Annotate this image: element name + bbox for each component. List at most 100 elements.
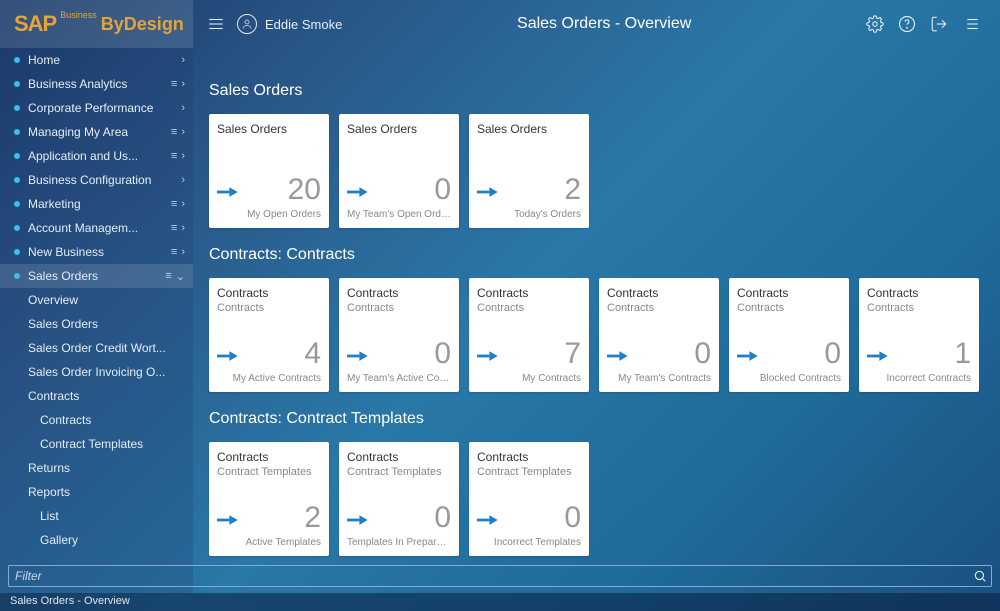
tile-footer: My Contracts [477,373,581,384]
arrow-right-icon [217,184,239,205]
list-panel-icon[interactable] [962,15,980,33]
sidebar-item-reports[interactable]: Reports [0,480,193,504]
tile-footer: My Active Contracts [217,373,321,384]
kpi-tile[interactable]: ContractsContracts0My Team's Contracts [599,278,719,392]
logo-sap: SAP [14,11,56,37]
tiles-row: ContractsContracts4My Active ContractsCo… [209,278,984,392]
sidebar-item-business-analytics[interactable]: Business Analytics≡› [0,72,193,96]
tile-footer: My Team's Contracts [607,373,711,384]
arrow-right-icon [477,184,499,205]
tile-footer: Incorrect Templates [477,537,581,548]
arrow-right-icon [737,348,759,369]
sidebar-item-label: Marketing [28,197,171,211]
tile-subtitle: Contracts [607,302,711,314]
sidebar-item-contracts[interactable]: Contracts [0,384,193,408]
sidebar-item-label: Business Configuration [28,173,181,187]
tile-subtitle: Contract Templates [477,466,581,478]
tile-header: Contracts [477,286,581,300]
sidebar-item-sales-order-invoicing-o[interactable]: Sales Order Invoicing O... [0,360,193,384]
sidebar-item-sales-order-credit-wort[interactable]: Sales Order Credit Wort... [0,336,193,360]
sidebar-item-overview[interactable]: Overview [0,288,193,312]
sidebar-item-managing-my-area[interactable]: Managing My Area≡› [0,120,193,144]
user-menu[interactable]: Eddie Smoke [237,14,342,34]
sidebar-item-label: Account Managem... [28,221,171,235]
sidebar-item-returns[interactable]: Returns [0,456,193,480]
arrow-right-icon [477,348,499,369]
logout-icon[interactable] [930,15,948,33]
bullet-icon [14,249,20,255]
tile-footer: My Team's Active Con... [347,373,451,384]
chevron-right-icon: › [181,150,185,162]
section-title: Contracts: Contracts [209,246,984,264]
sidebar-item-list[interactable]: List [0,504,193,528]
tile-header: Contracts [607,286,711,300]
tile-footer: Blocked Contracts [737,373,841,384]
section-title: Sales Orders [209,82,984,100]
sidebar-item-account-managem[interactable]: Account Managem...≡› [0,216,193,240]
kpi-tile[interactable]: ContractsContracts4My Active Contracts [209,278,329,392]
sidebar-item-label: New Business [28,245,171,259]
sidebar-item-business-configuration[interactable]: Business Configuration› [0,168,193,192]
submenu-list-icon: ≡ [171,78,177,90]
kpi-tile[interactable]: ContractsContract Templates2Active Templ… [209,442,329,556]
tile-subtitle: Contracts [867,302,971,314]
sidebar-item-contract-templates[interactable]: Contract Templates [0,432,193,456]
arrow-right-icon [477,512,499,533]
sidebar-item-marketing[interactable]: Marketing≡› [0,192,193,216]
sidebar: Home›Business Analytics≡›Corporate Perfo… [0,48,193,593]
tile-header: Contracts [217,286,321,300]
help-icon[interactable] [898,15,916,33]
sidebar-item-label: Overview [28,293,185,307]
kpi-tile[interactable]: Sales Orders0My Team's Open Orders [339,114,459,228]
main-content: Sales OrdersSales Orders20My Open Orders… [193,48,1000,593]
kpi-tile[interactable]: ContractsContract Templates0Incorrect Te… [469,442,589,556]
kpi-tile[interactable]: Sales Orders20My Open Orders [209,114,329,228]
tile-header: Sales Orders [217,122,321,136]
kpi-tile[interactable]: ContractsContracts7My Contracts [469,278,589,392]
kpi-tile[interactable]: Sales Orders2Today's Orders [469,114,589,228]
tile-footer: Active Templates [217,537,321,548]
tile-footer: Templates In Preparat... [347,537,451,548]
arrow-right-icon [217,512,239,533]
tile-header: Contracts [347,450,451,464]
sidebar-item-gallery[interactable]: Gallery [0,528,193,552]
sidebar-item-label: Reports [28,485,185,499]
sidebar-item-application-and-us[interactable]: Application and Us...≡› [0,144,193,168]
tile-subtitle: Contracts [347,302,451,314]
tile-value: 0 [434,503,451,533]
kpi-tile[interactable]: ContractsContracts0Blocked Contracts [729,278,849,392]
tile-value: 0 [564,503,581,533]
sidebar-item-label: Returns [28,461,185,475]
settings-icon[interactable] [866,15,884,33]
arrow-right-icon [867,348,889,369]
tile-subtitle: Contracts [477,302,581,314]
bullet-icon [14,153,20,159]
chevron-right-icon: › [181,102,185,114]
sidebar-item-sales-orders[interactable]: Sales Orders≡⌄ [0,264,193,288]
sidebar-item-sales-orders[interactable]: Sales Orders [0,312,193,336]
tile-header: Contracts [737,286,841,300]
sidebar-item-new-business[interactable]: New Business≡› [0,240,193,264]
tile-subtitle: Contracts [737,302,841,314]
sidebar-item-label: Sales Order Credit Wort... [28,341,185,355]
tile-header: Sales Orders [477,122,581,136]
sidebar-item-label: Sales Order Invoicing O... [28,365,185,379]
tile-header: Contracts [217,450,321,464]
sidebar-item-corporate-performance[interactable]: Corporate Performance› [0,96,193,120]
arrow-right-icon [217,348,239,369]
sidebar-item-contracts[interactable]: Contracts [0,408,193,432]
bullet-icon [14,225,20,231]
tile-footer: Today's Orders [477,209,581,220]
chevron-down-icon: ⌄ [176,270,185,283]
kpi-tile[interactable]: Contracts Contract Templates 0 Templates In… [339,442,459,556]
app-logo[interactable]: SAP Business ByDesign [0,0,193,48]
kpi-tile[interactable]: ContractsContracts0My Team's Active Con.… [339,278,459,392]
kpi-tile[interactable]: ContractsContracts1Incorrect Contracts [859,278,979,392]
hamburger-icon[interactable] [207,15,225,33]
sidebar-item-home[interactable]: Home› [0,48,193,72]
tile-subtitle: Contract Templates [347,466,451,478]
sidebar-item-label: Business Analytics [28,77,171,91]
submenu-list-icon: ≡ [171,246,177,258]
submenu-list-icon: ≡ [171,198,177,210]
bullet-icon [14,129,20,135]
